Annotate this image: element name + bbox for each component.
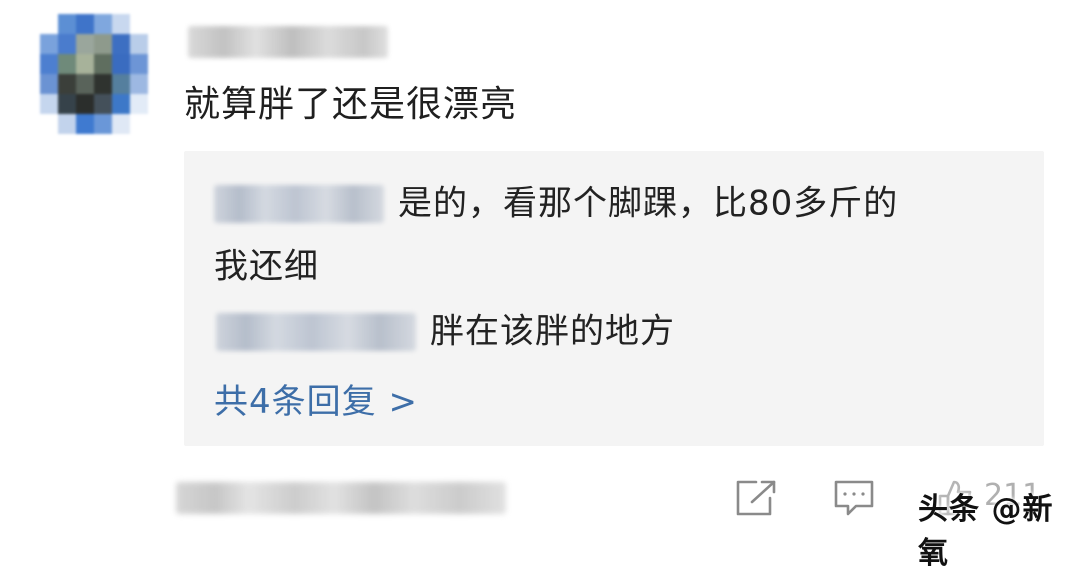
username-redacted[interactable] [188, 26, 388, 58]
reply-item[interactable]: 是的，看那个脚踝，比80多斤的 [214, 168, 898, 238]
reply-text: 是的，看那个脚踝，比80多斤的 [398, 183, 899, 224]
reply-item-continuation: 我还细 [214, 231, 319, 301]
reply-text: 胖在该胖的地方 [430, 311, 675, 352]
replies-panel: 是的，看那个脚踝，比80多斤的 我还细 胖在该胖的地方 共4条回复 > [184, 151, 1044, 446]
avatar[interactable] [40, 14, 148, 134]
share-icon [736, 480, 776, 516]
comment-icon [834, 480, 874, 516]
comment-button[interactable] [832, 478, 876, 518]
reply-username-redacted[interactable] [214, 184, 384, 223]
view-more-replies-link[interactable]: 共4条回复 > [214, 374, 418, 423]
comment-text: 就算胖了还是很漂亮 [184, 84, 518, 125]
comment-meta-redacted [176, 482, 506, 514]
watermark: 头条 @新氧 [918, 492, 1054, 571]
reply-item[interactable]: 胖在该胖的地方 [214, 296, 675, 366]
reply-username-redacted[interactable] [216, 312, 416, 351]
share-button[interactable] [734, 478, 778, 518]
reply-text-wrap: 我还细 [214, 246, 319, 287]
